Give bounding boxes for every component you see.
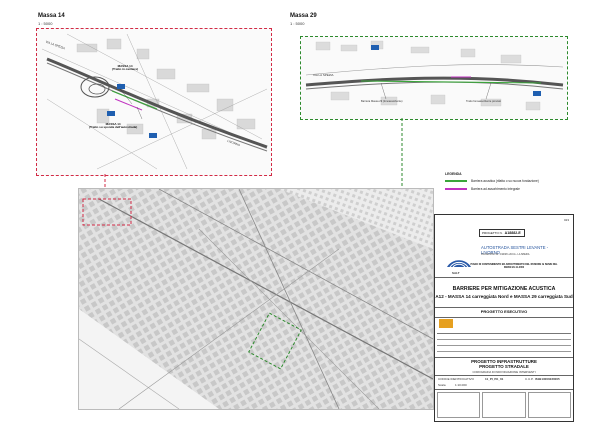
city-map-drawing	[79, 189, 433, 409]
legend-label: Barriera ad assorbimento integrale	[471, 187, 520, 191]
org-logo	[439, 319, 453, 328]
note-blue-3	[149, 133, 157, 138]
divider	[435, 375, 573, 376]
sheet-code: A18882-E	[504, 231, 521, 235]
inset-left-scale: 1 : 5000	[38, 21, 53, 26]
main-title: BARRIERE PER MITIGAZIONE ACUSTICA	[452, 286, 556, 292]
company-sub: VIA DEI PINI 19 - 19038 LUCCA - LA SPEZI…	[481, 253, 530, 256]
right-note-a: Barriera Massa 29 (fonoassorbente)	[361, 100, 403, 103]
signature-row	[437, 392, 571, 418]
note-blue-2	[107, 111, 116, 116]
massa14-upper-label: MASSA 14 (Tratto in cantiere)	[112, 64, 139, 72]
legend-title: LEGENDA	[445, 172, 462, 176]
logo-text: SALT	[452, 271, 460, 275]
sub-title: A12 - MASSA 14 carreggiata Nord e MASSA …	[435, 294, 573, 299]
legend-item: Barriera ad assorbimento integrale	[445, 187, 575, 191]
massa14-map	[41, 33, 268, 170]
phase: PROGETTO ESECUTIVO	[480, 309, 528, 314]
plan-text: PIANO DI CONTENIMENTO ED ABBATTIMENTO DE…	[470, 263, 558, 269]
cup-label: C.U.P.	[525, 377, 534, 381]
scale-value: 1:10.000	[455, 383, 467, 387]
legend-swatch-magenta	[445, 188, 467, 190]
divider	[435, 317, 573, 318]
signature-box	[482, 392, 526, 418]
scale-label: Scala	[438, 383, 446, 387]
inset-right-scale: 1 : 5000	[290, 21, 305, 26]
inset-right-title: Massa 29	[290, 13, 317, 19]
note-blue-r2	[533, 91, 541, 96]
right-note-b: Tratto fonoassorbente previsto	[466, 100, 502, 103]
divider	[435, 389, 573, 390]
inset-left-title: Massa 14	[38, 13, 65, 19]
sheet-code-label: PROGETTO N.	[482, 231, 503, 235]
cup-value: I61B13000230005	[535, 377, 560, 381]
city-map	[78, 188, 434, 410]
inset-massa29: VIA LA SPEZIA Barriera Massa 29 (fonoass…	[300, 36, 568, 120]
right-road-label: VIA LA SPEZIA	[313, 73, 334, 77]
legend-label: Barriera acustica (rifatta o su nuova fo…	[471, 179, 539, 183]
inset-massa14: MASSA 14 (Tratto in cantiere) MASSA 14 (…	[36, 28, 272, 176]
legend-swatch-green	[445, 180, 467, 182]
legend-item: Barriera acustica (rifatta o su nuova fo…	[445, 179, 575, 183]
divider	[435, 357, 573, 358]
massa14-lower-label: MASSA 14 (Tratto su sponda dell'autostra…	[89, 122, 138, 130]
divider	[435, 277, 573, 278]
code-value: 11_PI_PA_01	[485, 377, 504, 381]
note-blue-1	[117, 84, 125, 89]
code-label: CODICE IDENTIFICATIVO	[438, 377, 474, 381]
sheet-code-box: PROGETTO N. A18882-E	[479, 229, 525, 237]
title-block: 023 PROGETTO N. A18882-E SALT AUTOSTRADA…	[434, 214, 574, 422]
project-line3: COROGRAFIA DI INDIVIDUAZIONE INTERVENTI	[472, 370, 536, 374]
note-blue-r1	[371, 45, 379, 50]
legend: LEGENDA Barriera acustica (rifatta o su …	[445, 172, 575, 191]
sheet-number: 023	[563, 218, 569, 222]
signature-box	[437, 392, 481, 418]
project-line2: PROGETTO STRADALE	[479, 364, 529, 369]
divider	[435, 307, 573, 308]
signature-box	[527, 392, 571, 418]
massa29-map	[305, 40, 564, 111]
revision-table	[437, 333, 571, 356]
